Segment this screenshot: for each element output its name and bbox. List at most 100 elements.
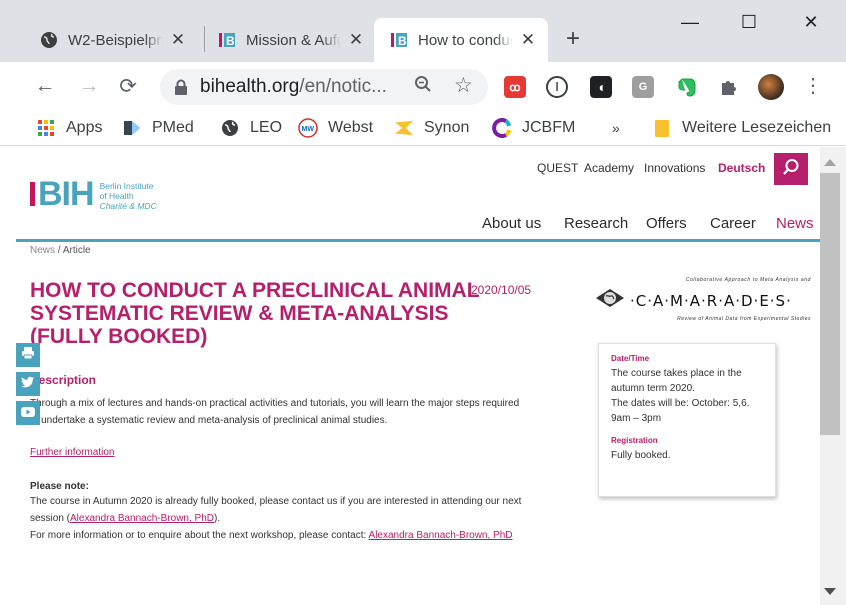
jcbfm-icon	[492, 118, 512, 138]
bookmark-label: Webst	[328, 119, 374, 136]
url-host: bihealth.org	[200, 76, 300, 97]
camarades-wordmark: ·C·A·M·A·R·A·D·E·S·	[596, 287, 811, 314]
maximize-button[interactable]: ☐	[734, 12, 764, 33]
other-bookmarks-folder[interactable]: Weitere Lesezeichen	[652, 119, 831, 137]
onepassword-extension-icon[interactable]: ǀ	[546, 76, 568, 98]
datetime-line: The course takes place in the autumn ter…	[611, 368, 742, 394]
pmed-icon	[122, 119, 142, 137]
bookmark-label: JCBFM	[522, 119, 576, 136]
breadcrumb: News / Article	[30, 245, 91, 256]
web-page: BIH Berlin Institute of Health Charité &…	[16, 147, 820, 605]
scroll-down-arrow-icon[interactable]	[824, 588, 836, 595]
print-button[interactable]	[16, 343, 40, 367]
bih-favicon-icon: B	[218, 31, 236, 49]
grammarly-extension-icon[interactable]: G	[632, 76, 654, 98]
logo-text: BIH	[38, 175, 95, 213]
bookmark-label: PMed	[152, 119, 194, 136]
dates-line: The dates will be: October: 5,6.	[611, 398, 750, 409]
main-nav-about-us[interactable]: About us	[482, 215, 541, 232]
camarades-tagline-bottom: Review of Animal Data from Experimental …	[677, 316, 811, 322]
contact-link[interactable]: Alexandra Bannach-Brown, PhD	[70, 513, 214, 524]
event-info-box: Date/Time The course takes place in the …	[598, 343, 776, 497]
forward-button[interactable]: →	[76, 74, 102, 98]
print-icon	[21, 346, 35, 365]
extensions-puzzle-icon[interactable]	[718, 76, 740, 98]
article-title: HOW TO CONDUCT A PRECLINICAL ANIMAL SYST…	[30, 279, 480, 348]
tab-separator	[204, 26, 205, 52]
logo-bar	[30, 182, 35, 206]
address-bar[interactable]: bihealth.org/en/notic... ☆	[160, 69, 488, 105]
tab-strip: W2-Beispielprofessur ✕ B Mission & Aufga…	[0, 0, 846, 62]
close-tab-icon[interactable]: ✕	[169, 30, 187, 50]
registration-label: Registration	[611, 436, 658, 445]
note-heading: Please note:	[30, 481, 89, 492]
new-tab-button[interactable]: +	[566, 25, 580, 53]
language-switch-deutsch[interactable]: Deutsch	[718, 161, 765, 175]
main-nav-news[interactable]: News	[776, 215, 814, 232]
url-text: bihealth.org/en/notic...	[200, 76, 387, 98]
twitter-share-button[interactable]	[16, 372, 40, 396]
tab-mission-aufgaben[interactable]: B Mission & Aufgaben ✕	[218, 18, 365, 62]
other-bookmarks-label: Weitere Lesezeichen	[682, 119, 832, 136]
reload-button[interactable]: ⟳	[115, 74, 141, 99]
bih-logo[interactable]: BIH Berlin Institute of Health Charité &…	[30, 175, 157, 213]
minimize-button[interactable]: —	[675, 12, 705, 33]
bookmarks-overflow-button[interactable]: »	[612, 120, 620, 136]
globe-icon	[40, 31, 58, 49]
top-nav-innovations[interactable]: Innovations	[644, 161, 705, 175]
close-window-button[interactable]: ✕	[796, 12, 826, 33]
scroll-up-arrow-icon[interactable]	[824, 159, 836, 166]
bookmark-jcbfm[interactable]: JCBFM	[492, 118, 576, 138]
youtube-share-button[interactable]	[16, 401, 40, 425]
time-line: 9am – 3pm	[611, 413, 662, 424]
main-nav-career[interactable]: Career	[710, 215, 756, 232]
mendeley-extension-icon[interactable]: ꝏ	[504, 76, 526, 98]
camarades-tagline-top: Collaborative Approach to Meta Analysis …	[685, 277, 811, 283]
bookmark-star-icon[interactable]: ☆	[454, 73, 473, 98]
logo-sub-line: Charité & MDC	[99, 201, 157, 211]
tab-title: W2-Beispielprofessur	[68, 31, 163, 49]
camarades-name: ·C·A·M·A·R·A·D·E·S·	[630, 291, 792, 310]
nav-divider	[16, 239, 820, 242]
scrollbar-thumb[interactable]	[820, 173, 840, 435]
close-tab-icon[interactable]: ✕	[519, 30, 537, 50]
back-button[interactable]: ←	[32, 74, 58, 98]
contact-link-2[interactable]: Alexandra Bannach-Brown, PhD	[369, 530, 513, 541]
profile-avatar[interactable]	[758, 74, 784, 100]
site-search-button[interactable]	[774, 153, 808, 185]
merriam-webster-icon: MW	[298, 118, 318, 138]
bookmark-synon[interactable]: Synon	[394, 119, 469, 137]
note-line2: For more information or to enquire about…	[30, 530, 369, 541]
main-nav-offers[interactable]: Offers	[646, 215, 687, 232]
browser-toolbar: ← → ⟳ bihealth.org/en/notic... ☆ ꝏ ǀ ◖ G…	[0, 62, 846, 112]
twitter-icon	[21, 375, 35, 393]
main-nav-research[interactable]: Research	[564, 215, 628, 232]
camarades-logo: Collaborative Approach to Meta Analysis …	[596, 277, 811, 327]
chrome-menu-icon[interactable]: ⋮	[800, 73, 826, 98]
synonym-icon	[394, 119, 414, 137]
bookmark-pmed[interactable]: PMed	[122, 119, 194, 137]
folder-icon	[652, 119, 672, 137]
top-nav-quest[interactable]: QUEST	[537, 161, 578, 175]
breadcrumb-news-link[interactable]: News	[30, 245, 55, 256]
lock-icon	[174, 79, 188, 95]
tab-how-to-conduct[interactable]: B How to conduct a preclinical ✕	[374, 18, 548, 62]
article-date: 2020/10/05	[471, 283, 532, 297]
bookmark-webst[interactable]: MW Webst	[298, 118, 374, 138]
close-tab-icon[interactable]: ✕	[347, 30, 365, 50]
bookmark-label: LEO	[250, 119, 283, 136]
lastpass-extension-icon[interactable]: ◖	[590, 76, 612, 98]
further-information-link[interactable]: Further information	[30, 447, 114, 458]
bookmark-leo[interactable]: LEO	[220, 119, 282, 137]
tab-w2-beispielprofessur[interactable]: W2-Beispielprofessur ✕	[40, 18, 187, 62]
note-text: The course in Autumn 2020 is already ful…	[30, 493, 550, 544]
zoom-icon[interactable]	[414, 75, 432, 99]
youtube-icon	[21, 404, 35, 422]
bookmark-label: Apps	[66, 119, 103, 136]
bookmark-apps[interactable]: Apps	[36, 119, 102, 137]
search-icon	[782, 158, 800, 181]
globe-icon	[220, 119, 240, 137]
evernote-extension-icon[interactable]	[676, 76, 698, 98]
top-nav-academy[interactable]: Academy	[584, 161, 634, 175]
page-scrollbar[interactable]	[820, 147, 846, 605]
